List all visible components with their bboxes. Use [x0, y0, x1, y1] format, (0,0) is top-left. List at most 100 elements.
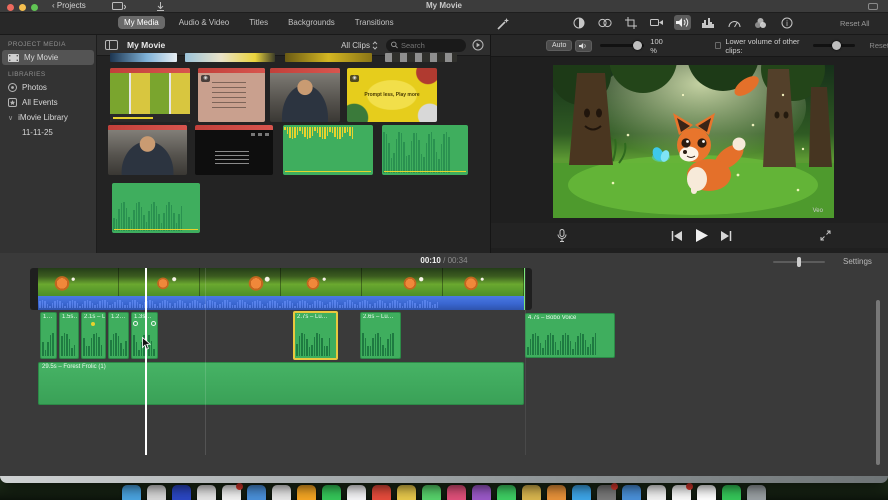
- dock-app-icon[interactable]: [197, 485, 216, 500]
- mute-button[interactable]: [575, 39, 593, 52]
- dock-app-icon[interactable]: [397, 485, 416, 500]
- search-input[interactable]: [401, 40, 461, 50]
- video-thumbnail-presenter[interactable]: [108, 125, 187, 175]
- dock-app-icon[interactable]: [622, 485, 641, 500]
- photos-icon: [8, 83, 17, 92]
- dock-app-icon[interactable]: [697, 485, 716, 500]
- color-balance-icon[interactable]: [570, 15, 587, 30]
- clip-filter-icon[interactable]: [752, 15, 769, 30]
- volume-slider[interactable]: [600, 40, 645, 50]
- video-thumbnail-screen-recording[interactable]: [195, 125, 273, 175]
- dock-app-icon[interactable]: [247, 485, 266, 500]
- previous-frame-button[interactable]: [671, 230, 682, 241]
- dock-app-icon[interactable]: [722, 485, 741, 500]
- video-clip-filmstrip[interactable]: [38, 268, 524, 296]
- timeline-settings-button[interactable]: Settings: [843, 257, 872, 266]
- dock-app-icon[interactable]: [572, 485, 591, 500]
- playhead[interactable]: [145, 268, 147, 455]
- clips-filter-dropdown[interactable]: All Clips: [341, 41, 378, 50]
- dock-app-icon[interactable]: [522, 485, 541, 500]
- search-field[interactable]: [386, 38, 466, 52]
- volume-icon[interactable]: [674, 15, 691, 30]
- volume-slider-knob[interactable]: [633, 40, 643, 50]
- sidebar-toggle-icon[interactable]: [105, 40, 118, 50]
- audio-clip[interactable]: 1.5s…: [59, 312, 79, 359]
- dock-app-icon[interactable]: [222, 483, 243, 500]
- background-music-clip[interactable]: 29.5s – Forest Frolic (1): [38, 362, 524, 405]
- dock-app-icon[interactable]: [372, 485, 391, 500]
- fade-handle[interactable]: [133, 321, 138, 326]
- window-corner-icon[interactable]: [868, 3, 878, 10]
- noise-reduction-icon[interactable]: [700, 15, 717, 30]
- dock-app-icon[interactable]: [497, 485, 516, 500]
- lower-volume-slider[interactable]: [813, 40, 856, 50]
- tab-backgrounds[interactable]: Backgrounds: [282, 16, 341, 29]
- reset-button[interactable]: Reset: [869, 41, 888, 50]
- audio-clip-selected[interactable]: 2.7s – Lu…: [293, 311, 338, 360]
- dock-app-icon[interactable]: [472, 485, 491, 500]
- dock-app-icon[interactable]: [547, 485, 566, 500]
- next-frame-button[interactable]: [721, 230, 732, 241]
- fade-handle[interactable]: [151, 321, 156, 326]
- sidebar-item-my-movie[interactable]: My Movie: [2, 50, 94, 65]
- timeline-scrollbar[interactable]: [876, 300, 880, 465]
- enhance-wand-icon[interactable]: [497, 17, 510, 30]
- dock-app-icon[interactable]: [122, 485, 141, 500]
- clip-strip-thumbnail[interactable]: [385, 53, 457, 62]
- dock-app-icon[interactable]: [597, 483, 618, 500]
- dock-app-icon[interactable]: [172, 485, 191, 500]
- audio-thumbnail[interactable]: [283, 125, 373, 175]
- zoom-slider-thumb[interactable]: [797, 257, 801, 267]
- clip-trim-handle-left[interactable]: [30, 268, 38, 310]
- auto-volume-button[interactable]: Auto: [546, 40, 573, 51]
- sidebar-item-imovie-library[interactable]: ∨ iMovie Library: [0, 110, 96, 125]
- video-clip-audio-strip[interactable]: [38, 296, 524, 310]
- dock-app-icon[interactable]: [647, 485, 666, 500]
- clip-strip-thumbnail[interactable]: [185, 53, 275, 62]
- info-icon[interactable]: i: [778, 15, 795, 30]
- color-correction-icon[interactable]: [596, 15, 613, 30]
- tab-audio-video[interactable]: Audio & Video: [173, 16, 236, 29]
- dock-app-icon[interactable]: [322, 485, 341, 500]
- reset-all-button[interactable]: Reset All: [840, 19, 870, 28]
- sidebar-item-event-date[interactable]: 11-11-25: [0, 125, 96, 140]
- fullscreen-button[interactable]: [820, 230, 831, 241]
- voiceover-mic-button[interactable]: [557, 229, 567, 242]
- lower-volume-slider-knob[interactable]: [832, 40, 842, 50]
- audio-clip[interactable]: 2.1s – L…: [81, 312, 106, 359]
- timeline-zoom-slider[interactable]: [773, 257, 825, 267]
- audio-clip-bobo-voice[interactable]: 4.7s – Bobo Voice: [525, 313, 615, 358]
- tab-my-media[interactable]: My Media: [118, 16, 165, 29]
- tab-transitions[interactable]: Transitions: [349, 16, 400, 29]
- imovie-window: ‹ Projects My Movie My Media Audio & Vid…: [0, 0, 888, 483]
- audio-clip[interactable]: 2.6s – Lu…: [360, 312, 401, 359]
- clip-strip-thumbnail[interactable]: [285, 53, 372, 62]
- video-thumbnail-promo[interactable]: ◉ Prompt less, Play more: [347, 68, 437, 122]
- video-thumbnail-collage[interactable]: [110, 68, 190, 122]
- dock-app-icon[interactable]: [747, 485, 766, 500]
- speed-icon[interactable]: [726, 15, 743, 30]
- audio-thumbnail[interactable]: [382, 125, 468, 175]
- dock-app-icon[interactable]: [347, 485, 366, 500]
- lower-volume-checkbox[interactable]: [714, 42, 722, 49]
- dock-app-icon[interactable]: [447, 485, 466, 500]
- dock-app-icon[interactable]: [297, 485, 316, 500]
- dock-app-icon[interactable]: [272, 485, 291, 500]
- sidebar-item-all-events[interactable]: All Events: [0, 95, 96, 110]
- play-button[interactable]: [695, 229, 708, 242]
- audio-clip[interactable]: 1…: [40, 312, 57, 359]
- tab-titles[interactable]: Titles: [243, 16, 274, 29]
- dock-app-icon[interactable]: [672, 483, 693, 500]
- audio-clip[interactable]: 1.2…: [108, 312, 129, 359]
- crop-icon[interactable]: [622, 15, 639, 30]
- dock-app-icon[interactable]: [147, 485, 166, 500]
- video-thumbnail-notes[interactable]: ◉: [198, 68, 265, 122]
- stabilization-icon[interactable]: [648, 15, 665, 30]
- thumbnail-progress-bar: [270, 68, 340, 73]
- dock-app-icon[interactable]: [422, 485, 441, 500]
- autoplay-circle-icon[interactable]: [472, 39, 484, 51]
- audio-thumbnail[interactable]: [112, 183, 200, 233]
- video-thumbnail-presenter[interactable]: [270, 68, 340, 122]
- sidebar-item-photos[interactable]: Photos: [0, 80, 96, 95]
- clip-strip-thumbnail[interactable]: [110, 53, 177, 62]
